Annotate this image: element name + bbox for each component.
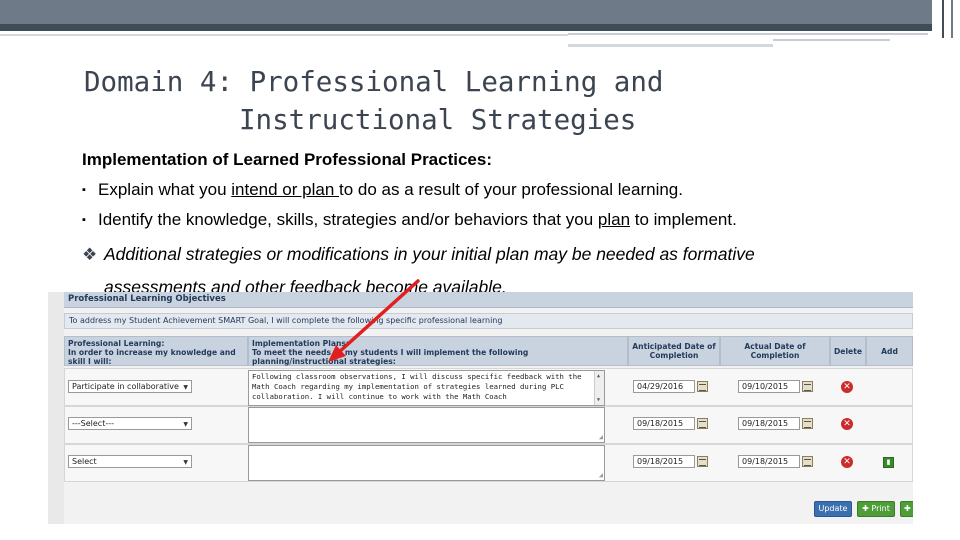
bullet-text: to implement. (630, 210, 737, 229)
bullet-explain: ▪ Explain what you intend or plan to do a… (82, 180, 683, 200)
textarea-value: Following classroom observations, I will… (252, 372, 582, 401)
bullet-text: to do as a result of your professional l… (339, 180, 683, 199)
delete-icon[interactable]: ✕ (841, 381, 853, 393)
bullet-underlined-text: intend or plan (231, 180, 339, 199)
print-button[interactable]: ✚ Print (857, 501, 895, 517)
actual-date-input[interactable]: 09/18/2015 (738, 417, 800, 430)
column-header-professional-learning: Professional Learning: In order to incre… (64, 336, 248, 366)
bullet-text: Identify the knowledge, skills, strategi… (98, 210, 598, 229)
professional-learning-select[interactable]: Participate in collaborative ▼ (68, 380, 192, 393)
corner-line (942, 0, 944, 38)
implementation-plan-textarea[interactable]: Following classroom observations, I will… (248, 370, 605, 406)
anticipated-date-input[interactable]: 09/18/2015 (633, 455, 695, 468)
divider (773, 39, 890, 41)
bullet-marker-icon: ▪ (82, 214, 86, 226)
bullet-marker-icon: ▪ (82, 184, 86, 196)
corner-line (951, 0, 953, 38)
scroll-up-icon[interactable]: ▲ (597, 371, 600, 381)
update-button[interactable]: Update (814, 501, 852, 517)
dropdown-arrow-icon: ▼ (183, 459, 188, 466)
dropdown-arrow-icon: ▼ (183, 384, 188, 391)
slide-title-line2: Instructional Strategies (239, 104, 637, 136)
slide-title: Domain 4: Professional Learning and Inst… (84, 63, 804, 139)
slide-top-bar (0, 0, 960, 24)
scroll-down-icon[interactable]: ▼ (597, 395, 600, 405)
bullet-text: Explain what you (98, 180, 232, 199)
calendar-icon[interactable] (697, 381, 708, 392)
form-screenshot-panel: Professional Learning Objectives To addr… (48, 292, 913, 524)
select-value: Participate in collaborative (72, 382, 179, 391)
actual-date-input[interactable]: 09/18/2015 (738, 455, 800, 468)
select-value: ---Select--- (72, 419, 114, 428)
bullet-identify: ▪ Identify the knowledge, skills, strateg… (82, 210, 737, 230)
column-header-actual-date: Actual Date of Completion (720, 336, 830, 366)
note-text: Additional strategies or modifications i… (104, 244, 755, 264)
column-header-delete: Delete (830, 336, 866, 366)
anticipated-date-input[interactable]: 09/18/2015 (633, 417, 695, 430)
anticipated-date-input[interactable]: 04/29/2016 (633, 380, 695, 393)
calendar-icon[interactable] (697, 418, 708, 429)
column-header-add: Add (866, 336, 913, 366)
slide-top-bar-dark (0, 24, 932, 31)
form-button[interactable]: ✚ Fo (900, 501, 913, 517)
column-header-anticipated-date: Anticipated Date of Completion (628, 336, 720, 366)
column-header-implementation-plans: Implementation Plans: To meet the needs … (248, 336, 628, 366)
delete-icon[interactable]: ✕ (841, 418, 853, 430)
delete-icon[interactable]: ✕ (841, 456, 853, 468)
section-heading: Implementation of Learned Professional P… (82, 150, 493, 169)
implementation-plan-textarea[interactable]: ◢ (248, 407, 605, 443)
add-icon[interactable]: ▮ (883, 457, 894, 468)
resize-grip-icon[interactable]: ◢ (599, 432, 603, 442)
implementation-plan-textarea[interactable]: ◢ (248, 445, 605, 481)
professional-learning-select[interactable]: ---Select--- ▼ (68, 417, 192, 430)
resize-grip-icon[interactable]: ◢ (599, 470, 603, 480)
slide-corner-decoration (932, 0, 960, 40)
dropdown-arrow-icon: ▼ (183, 421, 188, 428)
calendar-icon[interactable] (802, 456, 813, 467)
print-button-label: Print (871, 504, 890, 513)
actual-date-input[interactable]: 09/10/2015 (738, 380, 800, 393)
smart-goal-row: To address my Student Achievement SMART … (64, 313, 913, 329)
calendar-icon[interactable] (697, 456, 708, 467)
form-container: Professional Learning Objectives To addr… (64, 292, 913, 524)
bullet-underlined-text: plan (597, 210, 631, 229)
divider (568, 44, 773, 47)
professional-learning-select[interactable]: Select ▼ (68, 455, 192, 468)
slide-title-line1: Domain 4: Professional Learning and (84, 66, 664, 98)
section-title-bar: Professional Learning Objectives (64, 292, 913, 308)
calendar-icon[interactable] (802, 418, 813, 429)
diamond-bullet-icon: ❖ (82, 245, 98, 264)
select-value: Select (72, 457, 97, 466)
scrollbar[interactable]: ▲ ▼ (594, 371, 604, 405)
calendar-icon[interactable] (802, 381, 813, 392)
divider (0, 34, 568, 36)
